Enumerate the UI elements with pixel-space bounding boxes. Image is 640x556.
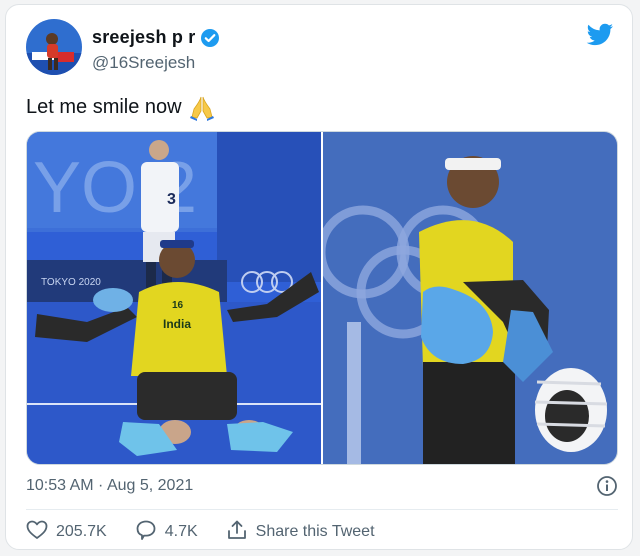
- player-number: 3: [167, 191, 176, 208]
- user-handle[interactable]: @16Sreejesh: [92, 53, 195, 73]
- info-icon[interactable]: [596, 475, 618, 497]
- tweet-media: YO 2 TOKYO 2020 3 16 India: [26, 131, 618, 465]
- share-label: Share this Tweet: [255, 523, 375, 540]
- tweet-timestamp[interactable]: 10:53 AM · Aug 5, 2021: [26, 477, 193, 494]
- share-icon: [226, 519, 256, 546]
- share-button[interactable]: Share this Tweet: [226, 519, 375, 546]
- tweet-meta: 10:53 AM · Aug 5, 2021: [26, 475, 618, 501]
- heart-icon: [26, 520, 56, 545]
- tweet-body: Let me smile now: [26, 95, 182, 118]
- reply-button[interactable]: 4.7K: [135, 519, 198, 546]
- twitter-bird-icon[interactable]: [586, 23, 614, 47]
- display-name[interactable]: sreejesh p r: [92, 27, 195, 48]
- jersey-text: India: [163, 317, 191, 331]
- name-row: sreejesh p r: [92, 27, 220, 48]
- tweet-card: sreejesh p r @16Sreejesh Let me smile no…: [5, 4, 633, 550]
- like-button[interactable]: 205.7K: [26, 520, 107, 545]
- photo-left[interactable]: YO 2 TOKYO 2020 3 16 India: [27, 132, 321, 464]
- verified-badge-icon: [200, 28, 220, 48]
- reply-count: 4.7K: [164, 523, 198, 540]
- divider: [26, 509, 618, 510]
- avatar[interactable]: [26, 19, 82, 75]
- like-count: 205.7K: [56, 523, 107, 540]
- tweet-text: Let me smile now: [26, 93, 216, 121]
- action-bar: 205.7K 4.7K Share this Tweet: [26, 519, 403, 545]
- folded-hands-emoji-icon: [188, 93, 216, 121]
- photo-right[interactable]: [323, 132, 617, 464]
- tokyo-sign: TOKYO 2020: [41, 277, 101, 288]
- reply-icon: [135, 519, 165, 546]
- jersey-number: 16: [172, 300, 184, 311]
